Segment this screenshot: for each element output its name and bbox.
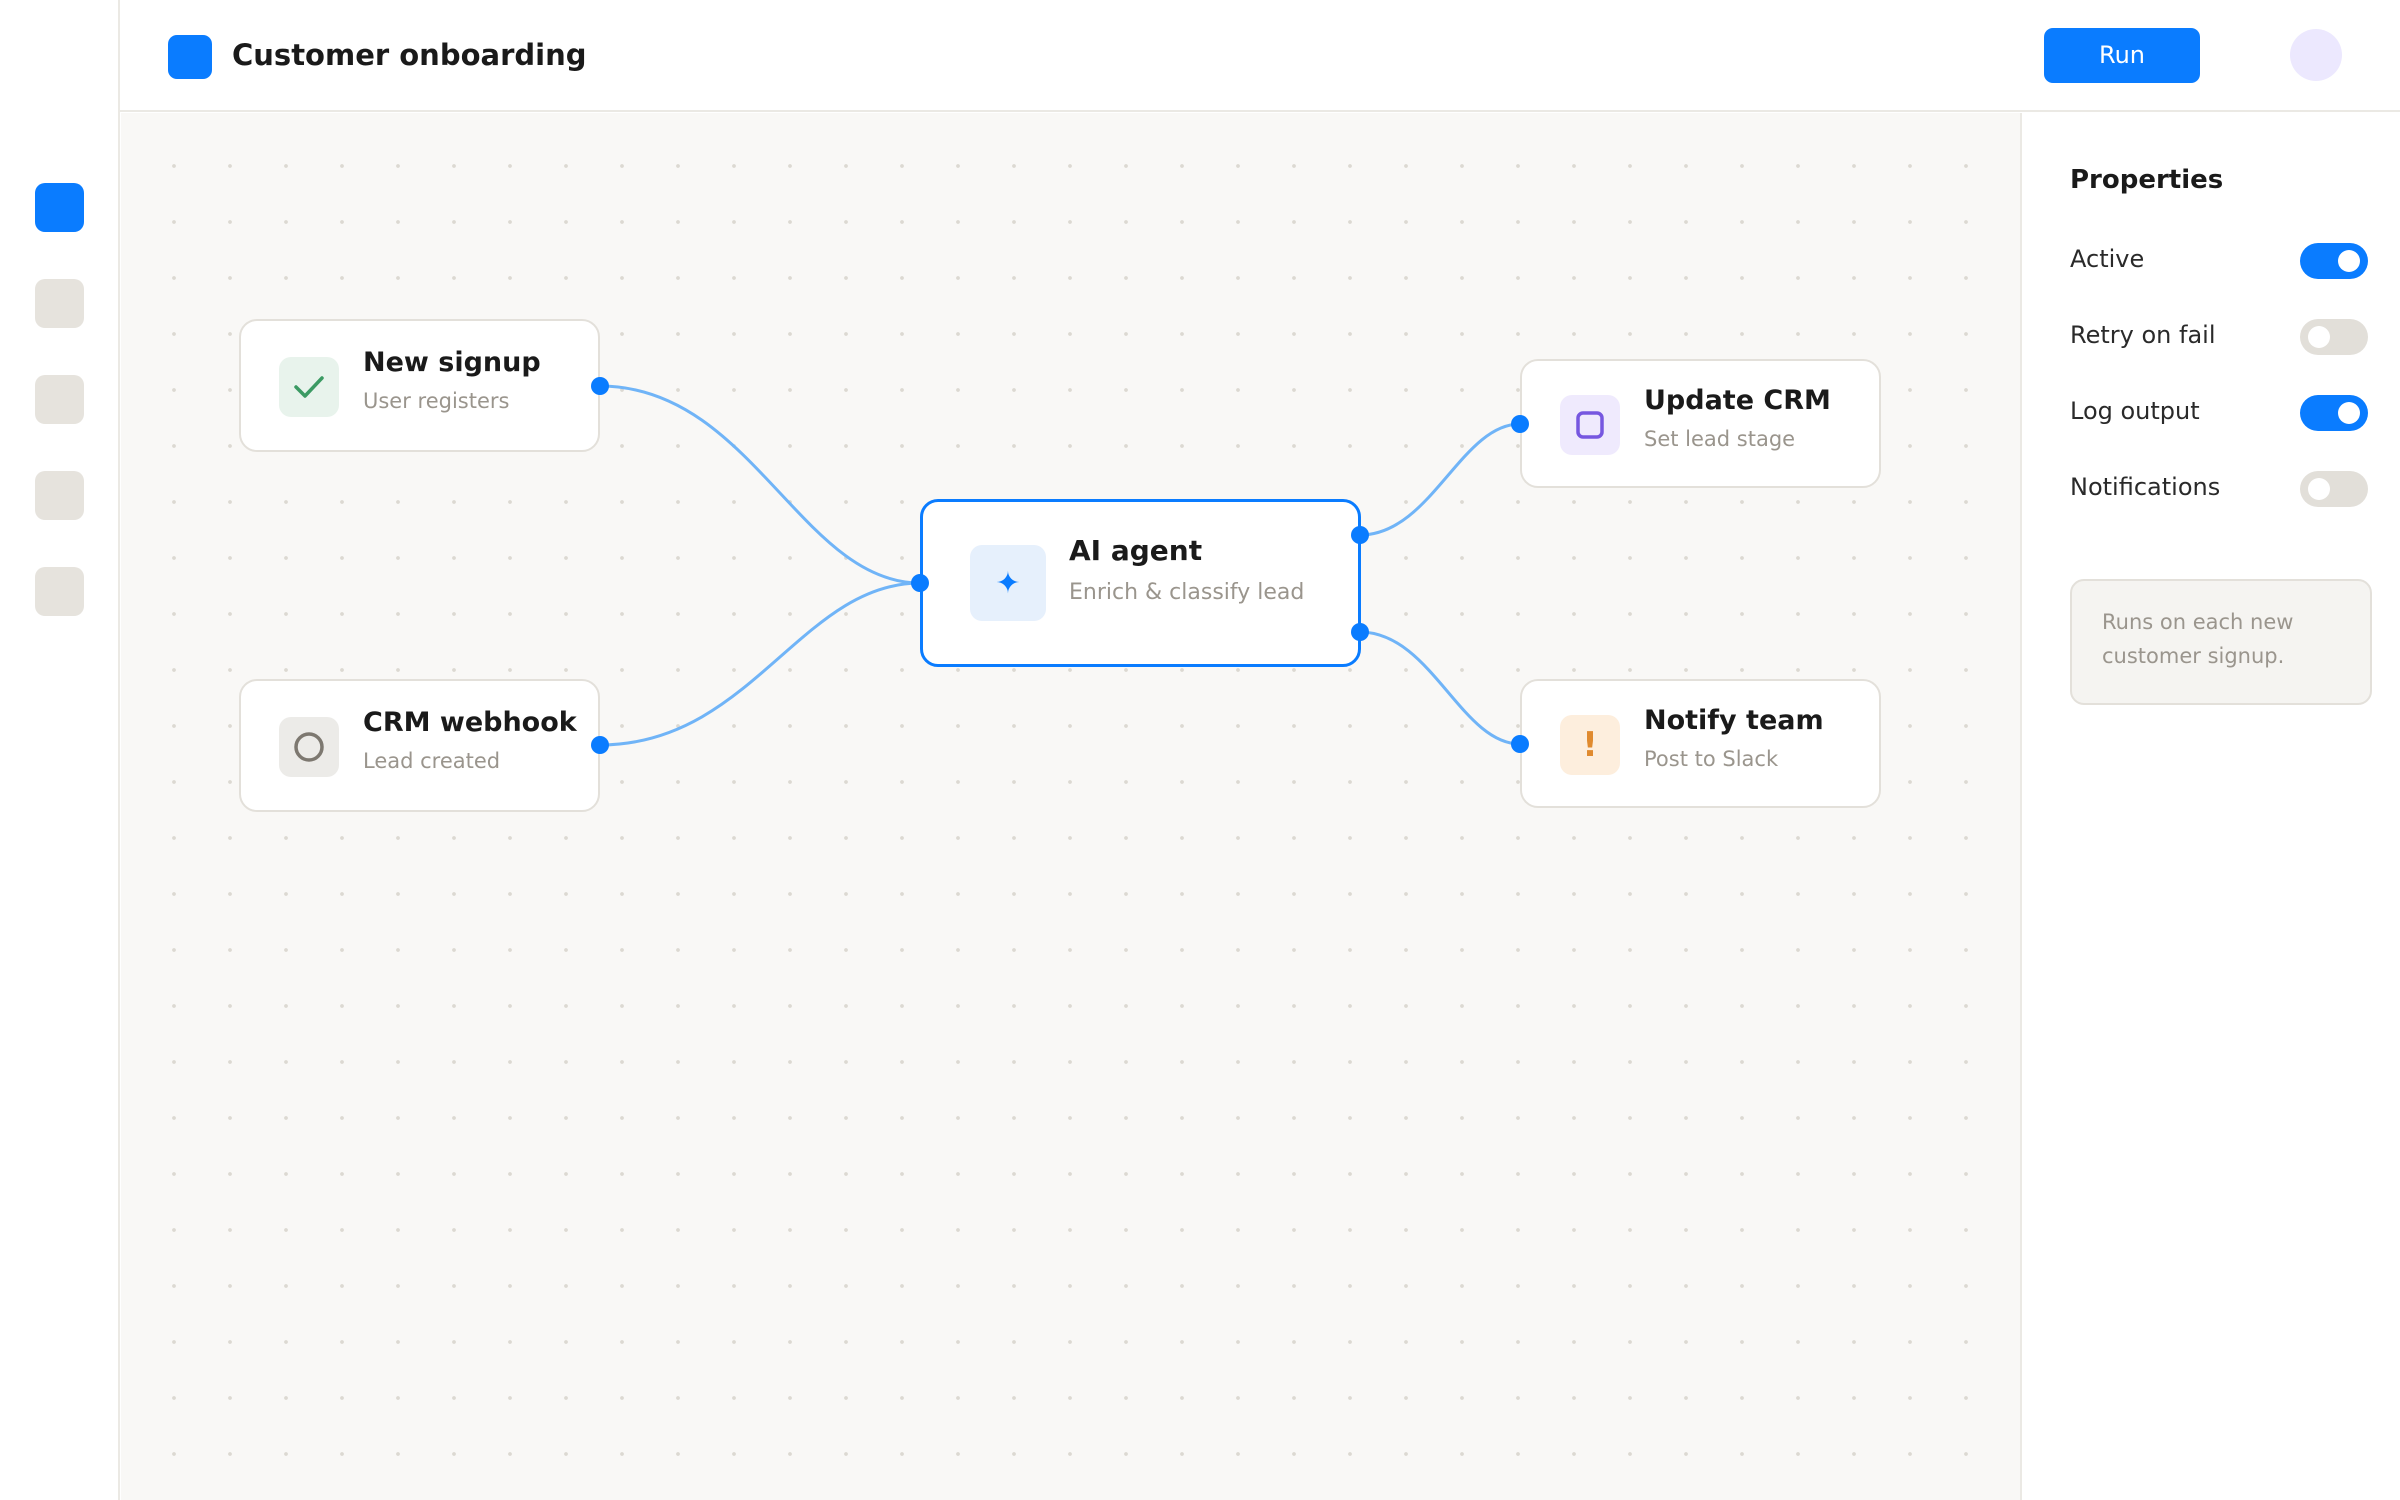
rail-item-1[interactable] (35, 183, 84, 232)
toggle-retry-on-fail[interactable] (2300, 319, 2368, 355)
node-subtitle: Lead created (363, 749, 501, 773)
input-port-notify-team[interactable] (1511, 735, 1529, 753)
property-label-retry-on-fail: Retry on fail (2070, 321, 2216, 349)
toggle-notifications[interactable] (2300, 471, 2368, 507)
sparkle-icon: ✦ (970, 545, 1046, 621)
node-subtitle: Set lead stage (1644, 427, 1796, 451)
node-notify-team[interactable]: ! Notify team Post to Slack (1520, 679, 1881, 808)
toggle-knob (2308, 478, 2330, 500)
node-title: CRM webhook (363, 707, 577, 738)
output-port-new-signup[interactable] (591, 377, 609, 395)
node-title: New signup (363, 347, 541, 378)
property-label-log-output: Log output (2070, 397, 2200, 425)
node-subtitle: User registers (363, 389, 510, 413)
panel-title: Properties (2070, 165, 2224, 195)
rail-item-5[interactable] (35, 567, 84, 616)
input-port-update-crm[interactable] (1511, 415, 1529, 433)
property-label-active: Active (2070, 245, 2145, 273)
avatar[interactable] (2290, 29, 2342, 81)
exclamation-glyph: ! (1582, 725, 1598, 765)
top-bar: Customer onboarding Run (120, 0, 2400, 112)
sparkle-glyph: ✦ (995, 565, 1021, 601)
output-port-crm-webhook[interactable] (591, 736, 609, 754)
edge-ai-agent-to-update-crm[interactable] (1359, 422, 1521, 537)
edge-ai-agent-to-notify-team[interactable] (1359, 630, 1521, 746)
circle-icon (279, 717, 339, 777)
node-subtitle: Post to Slack (1644, 747, 1779, 771)
toggle-active[interactable] (2300, 243, 2368, 279)
exclamation-icon: ! (1560, 715, 1620, 775)
app-window: Customer onboarding Run New signup User … (0, 0, 2400, 1500)
rail-item-3[interactable] (35, 375, 84, 424)
node-crm-webhook[interactable]: CRM webhook Lead created (239, 679, 600, 812)
property-label-notifications: Notifications (2070, 473, 2221, 501)
edge-new-signup-to-ai-agent[interactable] (599, 384, 921, 585)
run-button[interactable]: Run (2044, 28, 2200, 83)
left-rail (0, 0, 120, 1500)
output-port-ai-agent-bottom[interactable] (1351, 623, 1369, 641)
toggle-knob (2338, 250, 2360, 272)
node-ai-agent[interactable]: ✦ AI agent Enrich & classify lead (920, 499, 1361, 667)
rail-item-4[interactable] (35, 471, 84, 520)
node-title: Update CRM (1644, 385, 1831, 416)
panel-note: Runs on each new customer signup. (2070, 579, 2372, 705)
node-title: Notify team (1644, 705, 1824, 736)
page-title: Customer onboarding (232, 38, 587, 72)
app-logo (168, 35, 212, 79)
input-port-ai-agent[interactable] (911, 574, 929, 592)
toggle-knob (2338, 402, 2360, 424)
node-new-signup[interactable]: New signup User registers (239, 319, 600, 452)
toggle-knob (2308, 326, 2330, 348)
output-port-ai-agent-top[interactable] (1351, 526, 1369, 544)
square-icon (1560, 395, 1620, 455)
node-update-crm[interactable]: Update CRM Set lead stage (1520, 359, 1881, 488)
node-title: AI agent (1069, 534, 1203, 567)
edge-crm-webhook-to-ai-agent[interactable] (599, 581, 921, 747)
node-subtitle: Enrich & classify lead (1069, 580, 1305, 605)
workflow-canvas[interactable]: New signup User registers CRM webhook Le… (121, 113, 2020, 1500)
toggle-log-output[interactable] (2300, 395, 2368, 431)
check-icon (279, 357, 339, 417)
rail-item-2[interactable] (35, 279, 84, 328)
